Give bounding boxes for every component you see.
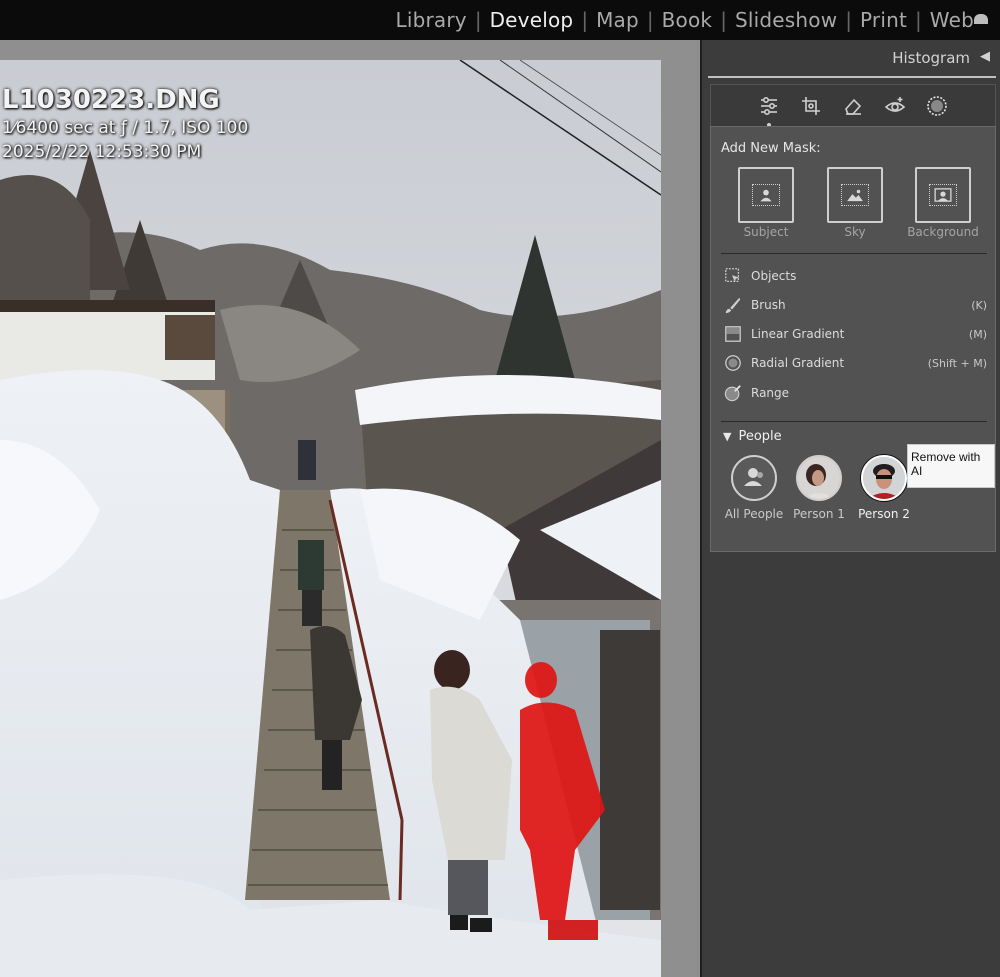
lightroom-window: Library | Develop | Map | Book | Slidesh… xyxy=(0,0,1000,977)
person-1-caption: Person 1 xyxy=(793,507,845,521)
all-people-button[interactable]: All People xyxy=(719,455,789,521)
linear-gradient-label: Linear Gradient xyxy=(751,327,845,341)
module-map[interactable]: Map xyxy=(588,8,647,32)
background-mask-caption: Background xyxy=(907,225,979,239)
radial-gradient-mask-row[interactable]: Radial Gradient (Shift + M) xyxy=(723,352,987,374)
tool-strip xyxy=(710,84,996,127)
edit-sliders-icon[interactable] xyxy=(757,94,781,127)
module-separator: | xyxy=(474,8,482,32)
module-develop[interactable]: Develop xyxy=(482,8,582,32)
brush-shortcut: (K) xyxy=(971,298,987,312)
subject-mask-caption: Subject xyxy=(743,225,789,239)
module-web[interactable]: Web xyxy=(922,8,982,32)
redeye-icon[interactable] xyxy=(883,94,907,118)
mask-divider xyxy=(721,253,987,254)
collapse-arrow-icon[interactable]: ◀ xyxy=(980,49,990,64)
module-book[interactable]: Book xyxy=(654,8,721,32)
module-separator: | xyxy=(720,8,727,32)
lower-panel-empty xyxy=(702,552,1000,977)
module-print[interactable]: Print xyxy=(852,8,915,32)
info-capture-date: 2025/2/22 12:53:30 PM xyxy=(2,142,202,162)
sky-mask-caption: Sky xyxy=(844,225,866,239)
all-people-icon xyxy=(731,455,777,501)
linear-gradient-mask-row[interactable]: Linear Gradient (M) xyxy=(723,323,987,345)
mask-panel: Add New Mask: Subject Sky Background Obj… xyxy=(710,126,996,552)
range-label: Range xyxy=(751,386,790,400)
people-divider xyxy=(721,421,987,422)
brush-icon xyxy=(723,295,743,315)
objects-label: Objects xyxy=(751,269,797,283)
histogram-label: Histogram xyxy=(892,49,970,67)
photo[interactable] xyxy=(0,60,661,977)
people-collapse-icon[interactable]: ▼ xyxy=(723,430,731,443)
objects-icon xyxy=(723,266,743,286)
info-exposure: 1⁄6400 sec at ƒ / 1.7, ISO 100 xyxy=(2,118,249,138)
person-2-caption: Person 2 xyxy=(858,507,910,521)
photo-info-overlay: L1030223.DNG 1⁄6400 sec at ƒ / 1.7, ISO … xyxy=(2,84,248,164)
photo-frame[interactable]: L1030223.DNG 1⁄6400 sec at ƒ / 1.7, ISO … xyxy=(0,60,661,977)
all-people-caption: All People xyxy=(724,507,784,521)
range-mask-row[interactable]: Range xyxy=(723,382,987,404)
brush-label: Brush xyxy=(751,298,786,312)
cloud-icon[interactable] xyxy=(974,14,988,24)
linear-gradient-shortcut: (M) xyxy=(968,327,987,341)
people-section-header[interactable]: ▼ People xyxy=(723,429,782,444)
background-icon xyxy=(929,184,957,206)
masking-icon[interactable] xyxy=(925,94,949,118)
radial-gradient-shortcut: (Shift + M) xyxy=(927,356,987,370)
add-new-mask-label: Add New Mask: xyxy=(721,141,821,156)
radial-gradient-label: Radial Gradient xyxy=(751,356,845,370)
brush-mask-row[interactable]: Brush (K) xyxy=(723,294,987,316)
histogram-divider xyxy=(708,76,996,78)
sky-icon xyxy=(841,184,869,206)
module-slideshow[interactable]: Slideshow xyxy=(727,8,845,32)
background-mask-button[interactable] xyxy=(915,167,971,223)
image-canvas[interactable]: L1030223.DNG 1⁄6400 sec at ƒ / 1.7, ISO … xyxy=(0,40,700,977)
subject-icon xyxy=(752,184,780,206)
radial-gradient-icon xyxy=(723,353,743,373)
module-separator: | xyxy=(845,8,853,32)
module-separator: | xyxy=(915,8,922,32)
module-library[interactable]: Library xyxy=(387,8,474,32)
person-1-thumbnail xyxy=(796,455,842,501)
crop-icon[interactable] xyxy=(799,94,823,118)
module-picker-bar: Library | Develop | Map | Book | Slidesh… xyxy=(0,0,1000,40)
module-separator: | xyxy=(646,8,654,32)
people-label: People xyxy=(738,429,782,444)
remove-with-ai-tooltip: Remove with AI xyxy=(907,444,995,488)
range-icon xyxy=(723,383,743,403)
subject-mask-button[interactable] xyxy=(738,167,794,223)
module-nav: Library | Develop | Map | Book | Slidesh… xyxy=(387,0,988,40)
person-1-button[interactable]: Person 1 xyxy=(784,455,854,521)
module-separator: | xyxy=(581,8,589,32)
eraser-icon[interactable] xyxy=(841,94,865,118)
person-2-thumbnail xyxy=(861,455,907,501)
info-filename: L1030223.DNG xyxy=(2,85,220,115)
histogram-header[interactable]: Histogram ◀ xyxy=(702,40,1000,76)
linear-gradient-icon xyxy=(723,324,743,344)
sky-mask-button[interactable] xyxy=(827,167,883,223)
right-panel: Histogram ◀ Add New Mask: Subject Sky Ba… xyxy=(700,40,1000,977)
objects-mask-row[interactable]: Objects xyxy=(723,265,987,287)
